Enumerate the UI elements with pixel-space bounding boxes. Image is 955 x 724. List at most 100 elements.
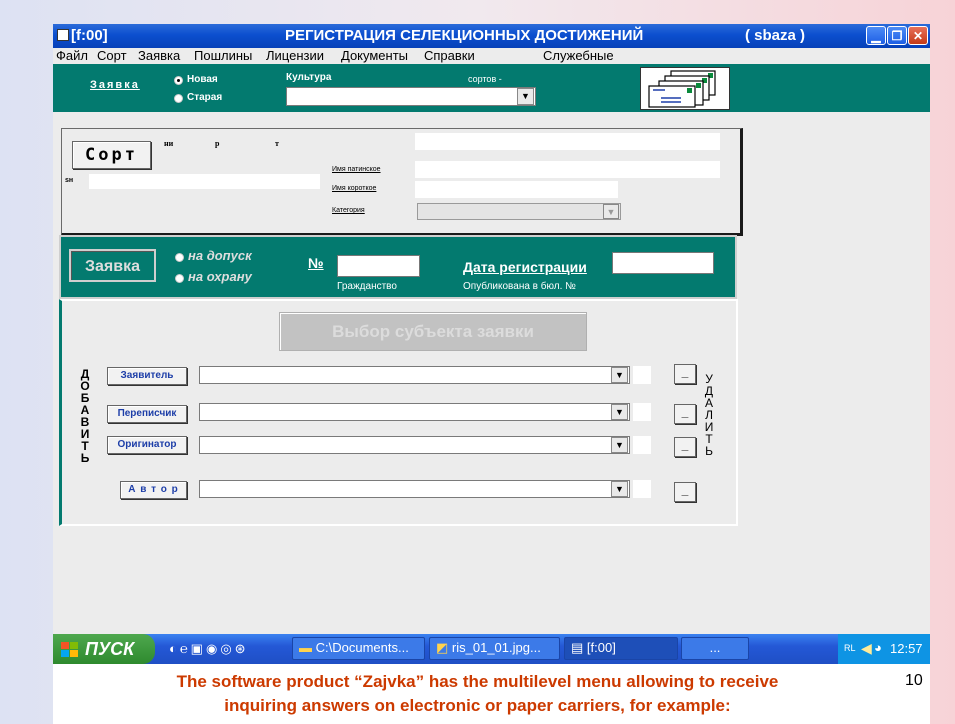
language-indicator[interactable]: RL [844, 643, 856, 653]
variety-panel: Сорт ни р т sн Имя патинское Имя коротко… [61, 128, 743, 236]
quick-launch-icon-6[interactable]: ⊛ [235, 641, 249, 656]
sorts-count-label: сортов - [468, 74, 502, 84]
chevron-down-icon[interactable]: ▼ [611, 404, 628, 420]
menu-reports[interactable]: Справки [424, 48, 475, 63]
variety-main-field[interactable] [415, 133, 720, 150]
task-documents[interactable]: ▬ C:\Documents... [292, 637, 425, 660]
author-select[interactable]: ▼ [199, 480, 630, 498]
radio-protection[interactable] [175, 274, 184, 283]
subjects-panel: Выбор субъекта заявки ДОБАВИТЬ УДАЛИТЬ З… [59, 299, 738, 526]
app-window: [f:00] РЕГИСТРАЦИЯ СЕЛЕКЦИОННЫХ ДОСТИЖЕН… [53, 24, 930, 664]
menu-licenses[interactable]: Лицензии [266, 48, 324, 63]
remove-author-button[interactable]: _ [674, 482, 696, 502]
chevron-down-icon[interactable]: ▼ [611, 367, 628, 383]
mail-envelopes-icon[interactable] [640, 67, 730, 110]
page-number: 10 [905, 672, 923, 689]
minimize-button[interactable]: ▁ [866, 26, 886, 45]
menu-file[interactable]: Файл [56, 48, 88, 63]
originator-select[interactable]: ▼ [199, 436, 630, 454]
sn-field[interactable] [89, 174, 320, 189]
add-originator-button[interactable]: Оригинатор [107, 436, 187, 454]
application-panel: Заявка на допуск на охрану № Гражданство… [59, 235, 737, 299]
add-author-button[interactable]: А в т о р [120, 481, 187, 499]
chevron-down-icon[interactable]: ▼ [611, 481, 628, 497]
add-vertical-text: ДОБАВИТЬ [80, 367, 90, 465]
close-button[interactable]: ✕ [908, 26, 928, 45]
task-more[interactable]: ... [681, 637, 749, 660]
task-image-label: ris_01_01.jpg... [451, 640, 541, 655]
column-t: т [275, 139, 279, 148]
remove-vertical-label: УДАЛИТЬ [703, 373, 715, 457]
menu-sort[interactable]: Сорт [97, 48, 127, 63]
chevron-down-icon[interactable]: ▼ [611, 437, 628, 453]
applicant-select[interactable]: ▼ [199, 366, 630, 384]
menu-service[interactable]: Служебные [543, 48, 614, 63]
taskbar: пуск ◐℮▣◉◎⊛ ▬ C:\Documents... ◩ ris_01_0… [53, 634, 930, 664]
remove-transcriber-button[interactable]: _ [674, 404, 696, 424]
quick-launch-icon-1[interactable]: ◐ [169, 641, 180, 656]
column-ni: ни [164, 139, 174, 148]
task-app-label: [f:00] [586, 640, 616, 655]
caption-line-2: inquiring answers on electronic or paper… [224, 696, 731, 715]
add-applicant-button[interactable]: Заявитель [107, 367, 187, 385]
start-button[interactable]: пуск [53, 634, 155, 664]
applicant-flag-cell [633, 366, 651, 384]
chevron-down-icon[interactable]: ▼ [603, 204, 619, 219]
image-icon: ◩ [436, 640, 449, 655]
title-bar: [f:00] РЕГИСТРАЦИЯ СЕЛЕКЦИОННЫХ ДОСТИЖЕН… [53, 24, 930, 48]
category-select[interactable]: ▼ [417, 203, 621, 220]
short-name-field[interactable] [415, 181, 618, 198]
radio-protection-label: на охрану [188, 269, 252, 284]
number-label: № [308, 255, 324, 271]
window-sys-tag: [f:00] [71, 27, 108, 44]
radio-old[interactable] [174, 94, 183, 103]
column-r: р [215, 139, 220, 148]
window-db-tag: ( sbaza ) [745, 27, 806, 44]
culture-select[interactable]: ▼ [286, 87, 536, 106]
quick-launch-icon-5[interactable]: ◎ [220, 641, 234, 656]
originator-flag-cell [633, 436, 651, 454]
radio-new[interactable] [174, 76, 183, 85]
sn-label: sн [65, 177, 74, 184]
menu-fees[interactable]: Пошлины [194, 48, 252, 63]
select-subject-button[interactable]: Выбор субъекта заявки [279, 312, 587, 351]
app-icon [57, 29, 69, 41]
system-tray: RL ◀ ◕ 12:57 [838, 634, 930, 664]
task-app[interactable]: ▤ [f:00] [564, 637, 678, 660]
speaker-icon[interactable]: ◕ [874, 640, 882, 655]
task-image[interactable]: ◩ ris_01_01.jpg... [429, 637, 560, 660]
menu-documents[interactable]: Документы [341, 48, 408, 63]
clock[interactable]: 12:57 [890, 641, 923, 656]
application-button[interactable]: Заявка [69, 249, 156, 282]
add-vertical-label: ДОБАВИТЬ [79, 368, 91, 464]
application-type-panel: Заявка Новая Старая Культура сортов - ▼ [53, 64, 930, 112]
variety-button[interactable]: Сорт [72, 141, 151, 169]
remove-originator-button[interactable]: _ [674, 437, 696, 457]
latin-name-field[interactable] [415, 161, 720, 178]
radio-admission[interactable] [175, 253, 184, 262]
author-flag-cell [633, 480, 651, 498]
menu-application[interactable]: Заявка [138, 48, 180, 63]
add-transcriber-button[interactable]: Переписчик [107, 405, 187, 423]
task-documents-label: C:\Documents... [315, 640, 409, 655]
start-label: пуск [85, 639, 135, 659]
task-more-label: ... [709, 640, 721, 655]
transcriber-select[interactable]: ▼ [199, 403, 630, 421]
category-label: Категория [332, 207, 365, 214]
remove-vertical-text: УДАЛИТЬ [704, 372, 714, 458]
quick-launch-icon-4[interactable]: ◉ [206, 641, 220, 656]
number-field[interactable] [337, 255, 420, 277]
network-icon[interactable]: ◀ [861, 640, 872, 657]
application-label: Заявка [90, 79, 140, 91]
chevron-down-icon[interactable]: ▼ [517, 88, 534, 105]
registration-date-field[interactable] [612, 252, 714, 274]
maximize-button[interactable]: ❐ [887, 26, 907, 45]
windows-logo-icon [61, 642, 79, 663]
radio-old-label: Старая [187, 92, 223, 103]
remove-applicant-button[interactable]: _ [674, 364, 696, 384]
quick-launch-icons[interactable]: ◐℮▣◉◎⊛ [169, 641, 249, 657]
published-label: Опубликована в бюл. № [463, 281, 576, 292]
radio-admission-label: на допуск [188, 248, 252, 263]
quick-launch-icon-2[interactable]: ℮ [180, 641, 191, 656]
quick-launch-icon-3[interactable]: ▣ [191, 641, 206, 656]
